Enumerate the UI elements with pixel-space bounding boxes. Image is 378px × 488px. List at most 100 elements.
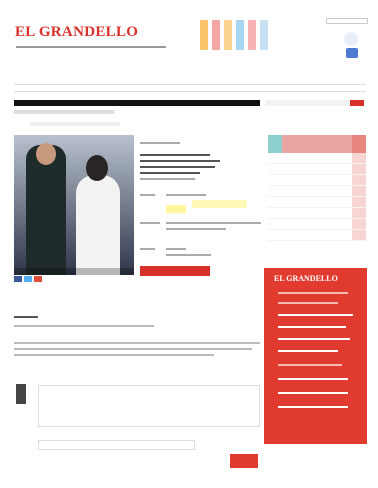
text-line <box>166 194 206 196</box>
calendar-day[interactable]: · <box>352 164 366 174</box>
calendar-day[interactable]: · <box>268 208 282 218</box>
calendar-day[interactable]: · <box>296 175 310 185</box>
calendar-day-label <box>352 135 366 153</box>
calendar-day[interactable]: · <box>352 197 366 207</box>
calendar-day[interactable]: · <box>352 208 366 218</box>
text-line <box>140 194 155 196</box>
calendar-day[interactable]: · <box>338 186 352 196</box>
calendar-day-label <box>338 135 352 153</box>
calendar-day[interactable]: · <box>338 230 352 240</box>
calendar-day[interactable]: · <box>324 164 338 174</box>
calendar-day[interactable]: · <box>282 219 296 229</box>
facebook-icon[interactable] <box>14 276 22 282</box>
calendar-day[interactable]: · <box>310 208 324 218</box>
text-line <box>166 248 186 250</box>
calendar-day[interactable]: · <box>352 219 366 229</box>
calendar-day[interactable]: · <box>296 197 310 207</box>
calendar-day[interactable]: · <box>310 186 324 196</box>
calendar-header <box>268 135 366 153</box>
text-line <box>14 342 260 344</box>
comment-textarea[interactable] <box>38 385 260 427</box>
calendar-day[interactable]: · <box>296 230 310 240</box>
calendar-day[interactable]: · <box>310 219 324 229</box>
calendar-day[interactable]: · <box>352 186 366 196</box>
calendar-day[interactable]: · <box>268 230 282 240</box>
calendar-day-label <box>268 135 282 153</box>
calendar-day[interactable]: · <box>324 153 338 163</box>
calendar-week: · · · · · · · <box>268 230 366 241</box>
sidebar-promo[interactable]: EL GRANDELLO <box>264 268 367 444</box>
calendar-week: · · · · · · · <box>268 153 366 164</box>
calendar-day[interactable]: · <box>268 219 282 229</box>
calendar-day[interactable]: · <box>310 175 324 185</box>
calendar-day[interactable]: · <box>296 186 310 196</box>
promo-bar <box>248 20 256 50</box>
calendar-day[interactable]: · <box>338 219 352 229</box>
calendar-day[interactable]: · <box>352 153 366 163</box>
calendar-day[interactable]: · <box>324 186 338 196</box>
promo-banner[interactable] <box>200 20 268 50</box>
calendar-day[interactable]: · <box>282 208 296 218</box>
buy-ticket-button[interactable] <box>140 266 210 276</box>
calendar-day[interactable]: · <box>310 230 324 240</box>
calendar-day[interactable]: · <box>324 219 338 229</box>
text-line <box>140 222 160 224</box>
calendar-day-label <box>324 135 338 153</box>
text-line <box>140 160 220 162</box>
calendar-day[interactable]: · <box>296 164 310 174</box>
twitter-icon[interactable] <box>24 276 32 282</box>
text-line <box>278 326 346 328</box>
calendar-week: · · · · · · · <box>268 197 366 208</box>
calendar-day[interactable]: · <box>310 197 324 207</box>
text-line <box>166 222 261 224</box>
calendar-day[interactable]: · <box>268 186 282 196</box>
sun-icon <box>344 32 358 46</box>
calendar-day[interactable]: · <box>282 186 296 196</box>
calendar-day[interactable]: · <box>338 164 352 174</box>
submit-button[interactable] <box>230 454 258 468</box>
person-figure <box>26 143 66 275</box>
calendar-day[interactable]: · <box>352 230 366 240</box>
calendar-day[interactable]: · <box>282 197 296 207</box>
calendar-day[interactable]: · <box>268 153 282 163</box>
name-input[interactable] <box>38 440 195 450</box>
calendar-day[interactable]: · <box>268 175 282 185</box>
calendar-day[interactable]: · <box>338 175 352 185</box>
calendar-day[interactable]: · <box>324 208 338 218</box>
calendar-day[interactable]: · <box>324 175 338 185</box>
calendar-day[interactable]: · <box>268 197 282 207</box>
calendar-day[interactable]: · <box>338 197 352 207</box>
share-bar <box>14 276 42 282</box>
calendar-day[interactable]: · <box>338 153 352 163</box>
search-input[interactable] <box>326 18 368 24</box>
calendar-day[interactable]: · <box>268 164 282 174</box>
calendar-day[interactable]: · <box>338 208 352 218</box>
text-line <box>166 254 211 256</box>
calendar-day[interactable]: · <box>296 153 310 163</box>
site-logo[interactable]: EL GRANDELLO <box>15 24 138 41</box>
breadcrumb[interactable] <box>14 110 114 114</box>
section-chip[interactable] <box>350 100 364 106</box>
text-line <box>278 350 338 352</box>
text-line <box>278 292 348 294</box>
text-line <box>278 314 353 316</box>
calendar-day[interactable]: · <box>310 153 324 163</box>
calendar-day[interactable]: · <box>282 153 296 163</box>
calendar-day[interactable]: · <box>324 197 338 207</box>
text-line <box>14 325 154 327</box>
google-icon[interactable] <box>34 276 42 282</box>
calendar-day[interactable]: · <box>352 175 366 185</box>
calendar-day[interactable]: · <box>282 230 296 240</box>
calendar-day[interactable]: · <box>296 219 310 229</box>
calendar-day[interactable]: · <box>296 208 310 218</box>
calendar-day[interactable]: · <box>324 230 338 240</box>
weather-widget[interactable] <box>340 30 362 62</box>
highlight <box>166 205 186 213</box>
article-photo[interactable] <box>14 135 134 275</box>
calendar-day[interactable]: · <box>282 175 296 185</box>
text-line <box>278 338 350 340</box>
text-line <box>278 406 348 408</box>
text-line <box>140 154 210 156</box>
calendar-day[interactable]: · <box>282 164 296 174</box>
calendar-day[interactable]: · <box>310 164 324 174</box>
